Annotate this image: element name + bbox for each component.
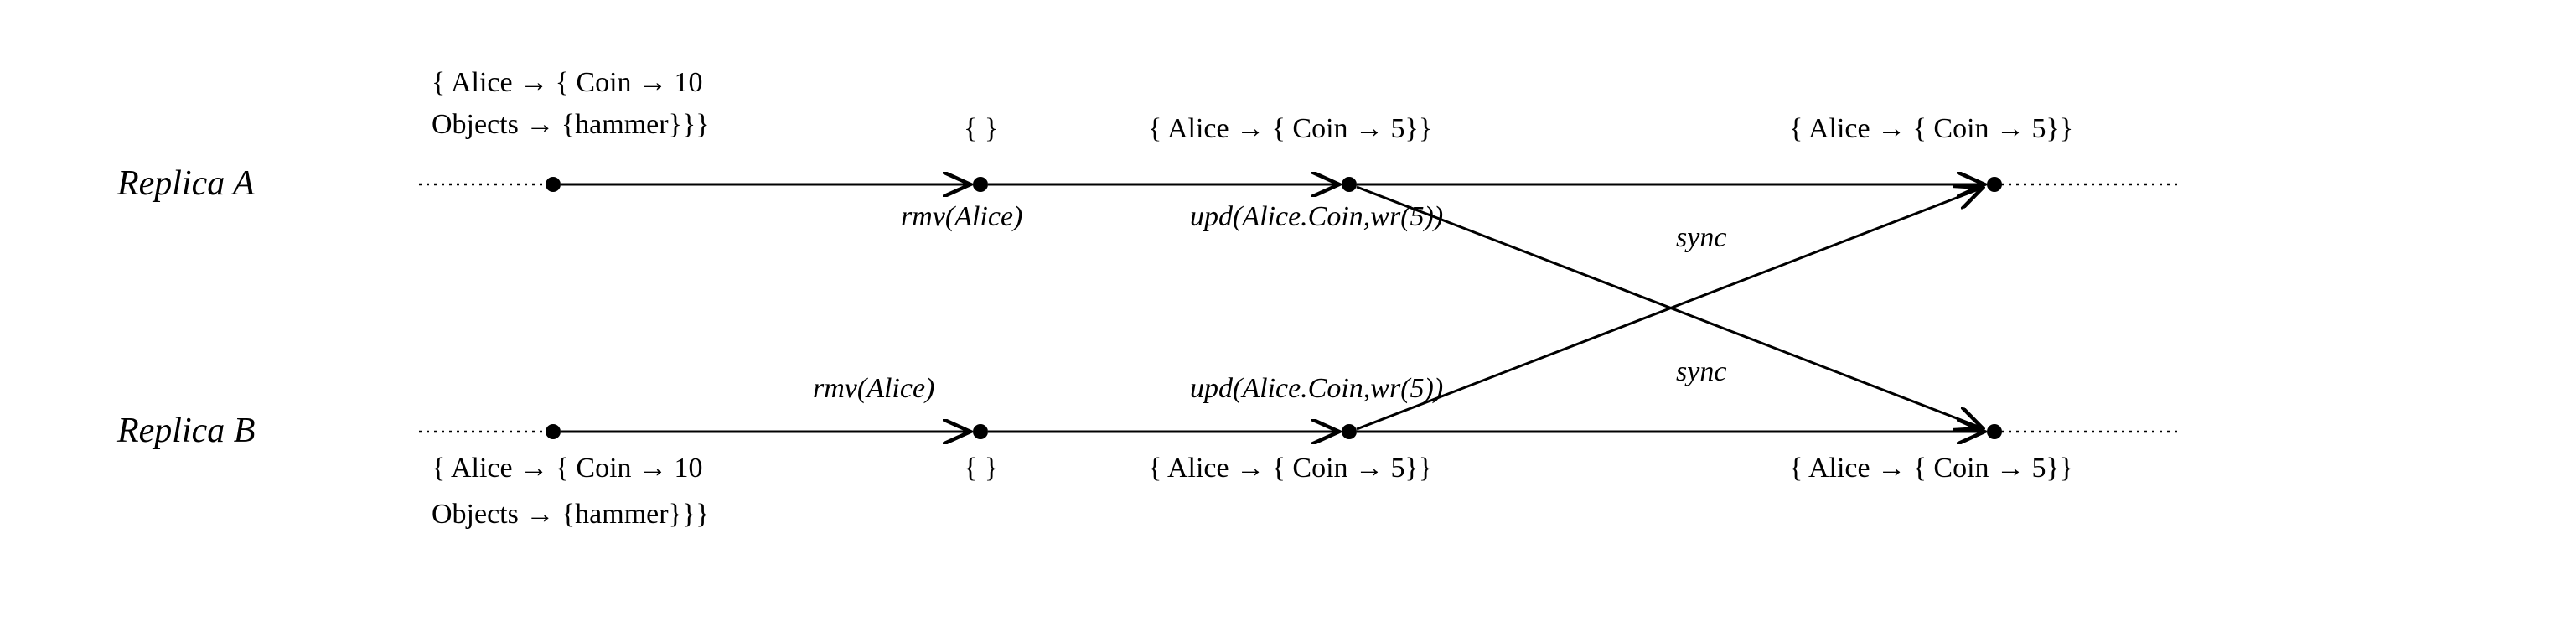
node-b0 bbox=[546, 424, 561, 439]
node-a2 bbox=[1342, 177, 1357, 192]
op-rmv-a: rmv(Alice) bbox=[901, 201, 1022, 233]
op-sync2: sync bbox=[1676, 356, 1726, 388]
op-rmv-b: rmv(Alice) bbox=[813, 373, 934, 405]
crdt-replica-diagram: Replica A Replica B { Alice → { Coin → 1… bbox=[34, 34, 2548, 603]
op-upd-b: upd(Alice.Coin,wr(5)) bbox=[1190, 373, 1443, 405]
node-b2 bbox=[1342, 424, 1357, 439]
node-b3 bbox=[1987, 424, 2002, 439]
replica-b-label: Replica B bbox=[117, 411, 255, 451]
op-upd-a: upd(Alice.Coin,wr(5)) bbox=[1190, 201, 1443, 233]
node-b1 bbox=[973, 424, 988, 439]
state-b0-line2: Objects → {hammer}}} bbox=[432, 499, 710, 531]
state-b1: { } bbox=[964, 453, 998, 484]
node-a1 bbox=[973, 177, 988, 192]
replica-a-label: Replica A bbox=[117, 163, 255, 204]
node-a0 bbox=[546, 177, 561, 192]
state-a0-line2: Objects → {hammer}}} bbox=[432, 109, 710, 141]
state-b3: { Alice → { Coin → 5}} bbox=[1789, 453, 2073, 484]
op-sync1: sync bbox=[1676, 222, 1726, 254]
state-a2: { Alice → { Coin → 5}} bbox=[1148, 113, 1432, 145]
state-a1: { } bbox=[964, 113, 998, 145]
state-b2: { Alice → { Coin → 5}} bbox=[1148, 453, 1432, 484]
state-b0-line1: { Alice → { Coin → 10 bbox=[432, 453, 703, 484]
state-a3: { Alice → { Coin → 5}} bbox=[1789, 113, 2073, 145]
state-a0-line1: { Alice → { Coin → 10 bbox=[432, 67, 703, 99]
node-a3 bbox=[1987, 177, 2002, 192]
